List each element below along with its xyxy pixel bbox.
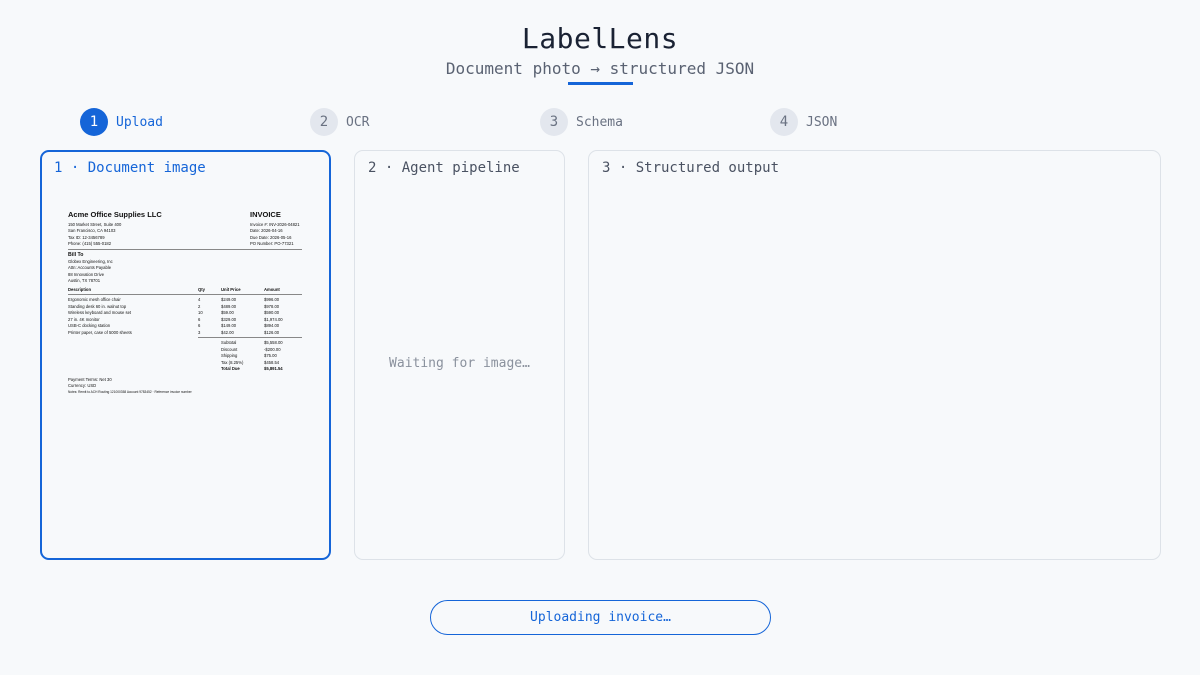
total-label: Tax (8.25%): [221, 359, 244, 365]
total-value: $458.54: [264, 359, 280, 365]
step-upload[interactable]: 1 Upload: [80, 108, 163, 136]
bill-to-heading: Bill To: [68, 252, 84, 258]
invoice-footer: Payment Terms: Net 30 Currency: USD Note…: [68, 377, 192, 394]
divider: [198, 337, 302, 338]
total-value: $75.00: [264, 353, 277, 358]
total-value: -$200.00: [264, 346, 281, 352]
structured-output-panel: 3 · Structured output: [588, 150, 1161, 560]
item-unit-price: $59.00: [221, 310, 234, 315]
item-description: Printer paper, case of 5000 sheets: [68, 329, 132, 335]
item-amount: $894.00: [264, 323, 280, 328]
app-header: LabelLens Document photo → structured JS…: [0, 22, 1200, 85]
divider: [68, 294, 302, 295]
column-header: Unit Price: [221, 287, 241, 292]
item-unit-price: $149.00: [221, 323, 237, 328]
title-underline: [567, 82, 633, 85]
total-label: Shipping: [221, 353, 238, 358]
step-number: 1: [80, 108, 108, 136]
column-header: Qty: [198, 287, 205, 292]
item-description: Standing desk 60 in. walnut top: [68, 303, 127, 309]
item-qty: 6: [198, 316, 201, 322]
stepper: 1 Upload 2 OCR 3 Schema 4 JSON: [80, 108, 1080, 137]
waiting-message: Waiting for image…: [389, 356, 530, 371]
step-ocr[interactable]: 2 OCR: [310, 108, 369, 136]
item-unit-price: $489.00: [221, 303, 237, 309]
total-label: Discount: [221, 346, 238, 352]
step-label: Schema: [576, 114, 623, 130]
column-header: Amount: [264, 287, 280, 292]
panel-title: 1 · Document image: [54, 160, 206, 176]
total-label: Subtotal: [221, 340, 237, 345]
total-value: $5,891.54: [264, 366, 283, 371]
bill-to-line: Austin, TX 78701: [68, 277, 101, 283]
bill-to-address: Globex Engineering, Inc Attn: Accounts P…: [68, 259, 113, 284]
totals-row-total-due: Total Due $5,891.54: [218, 366, 304, 373]
item-qty: 10: [198, 310, 203, 315]
item-unit-price: $249.00: [221, 297, 237, 302]
invoice-company: Acme Office Supplies LLC: [68, 210, 162, 219]
item-unit-price: $329.00: [221, 316, 237, 322]
panel-title: 2 · Agent pipeline: [368, 160, 520, 176]
item-qty: 6: [198, 323, 201, 328]
address-line: Phone: (415) 555-0182: [68, 240, 112, 246]
invoice-meta: Invoice #: INV-2026-04821 Date: 2026-04-…: [250, 222, 300, 247]
meta-line: PO Number: PO-77321: [250, 240, 294, 246]
item-amount: $590.00: [264, 310, 280, 315]
item-qty: 3: [198, 329, 201, 335]
step-schema[interactable]: 3 Schema: [540, 108, 623, 136]
bill-to-line: Attn: Accounts Payable: [68, 265, 112, 271]
step-label: JSON: [806, 114, 838, 130]
divider: [68, 249, 302, 250]
app-subtitle: Document photo → structured JSON: [445, 59, 755, 78]
agent-pipeline-panel: 2 · Agent pipeline Waiting for image…: [354, 150, 565, 560]
step-label: OCR: [346, 114, 370, 130]
item-amount: $126.00: [264, 329, 280, 335]
item-unit-price: $42.00: [221, 329, 234, 335]
item-amount: $1,974.00: [264, 316, 283, 322]
step-number: 2: [310, 108, 338, 136]
total-label: Total Due: [221, 366, 240, 371]
item-description: Ergonomic mesh office chair: [68, 297, 121, 302]
invoice-address: 150 Market Street, Suite 400 San Francis…: [68, 222, 121, 247]
total-value: $5,558.00: [264, 340, 283, 345]
step-label: Upload: [116, 114, 163, 130]
step-number: 3: [540, 108, 568, 136]
item-description: 27 in. 4K monitor: [68, 316, 100, 322]
upload-status-button[interactable]: Uploading invoice…: [430, 600, 771, 635]
document-image-panel[interactable]: 1 · Document image Acme Office Supplies …: [40, 150, 331, 560]
step-json[interactable]: 4 JSON: [770, 108, 837, 136]
item-qty: 2: [198, 303, 201, 309]
invoice-notes: Notes: Remit to ACH Routing 121000358 Ac…: [68, 389, 192, 394]
invoice-preview: Acme Office Supplies LLC 150 Market Stre…: [68, 210, 304, 394]
address-line: San Francisco, CA 94103: [68, 228, 116, 234]
item-description: Wireless keyboard and mouse set: [68, 310, 132, 315]
item-amount: $996.00: [264, 297, 280, 302]
item-amount: $978.00: [264, 303, 280, 309]
item-qty: 4: [198, 297, 201, 302]
item-description: USB-C docking station: [68, 323, 111, 328]
panel-title: 3 · Structured output: [602, 160, 780, 176]
app-title: LabelLens: [521, 22, 679, 55]
line-item-row: Printer paper, case of 5000 sheets 3 $42…: [68, 330, 304, 337]
step-number: 4: [770, 108, 798, 136]
invoice-doc-title: INVOICE: [250, 210, 281, 219]
column-header: Description: [68, 287, 92, 292]
